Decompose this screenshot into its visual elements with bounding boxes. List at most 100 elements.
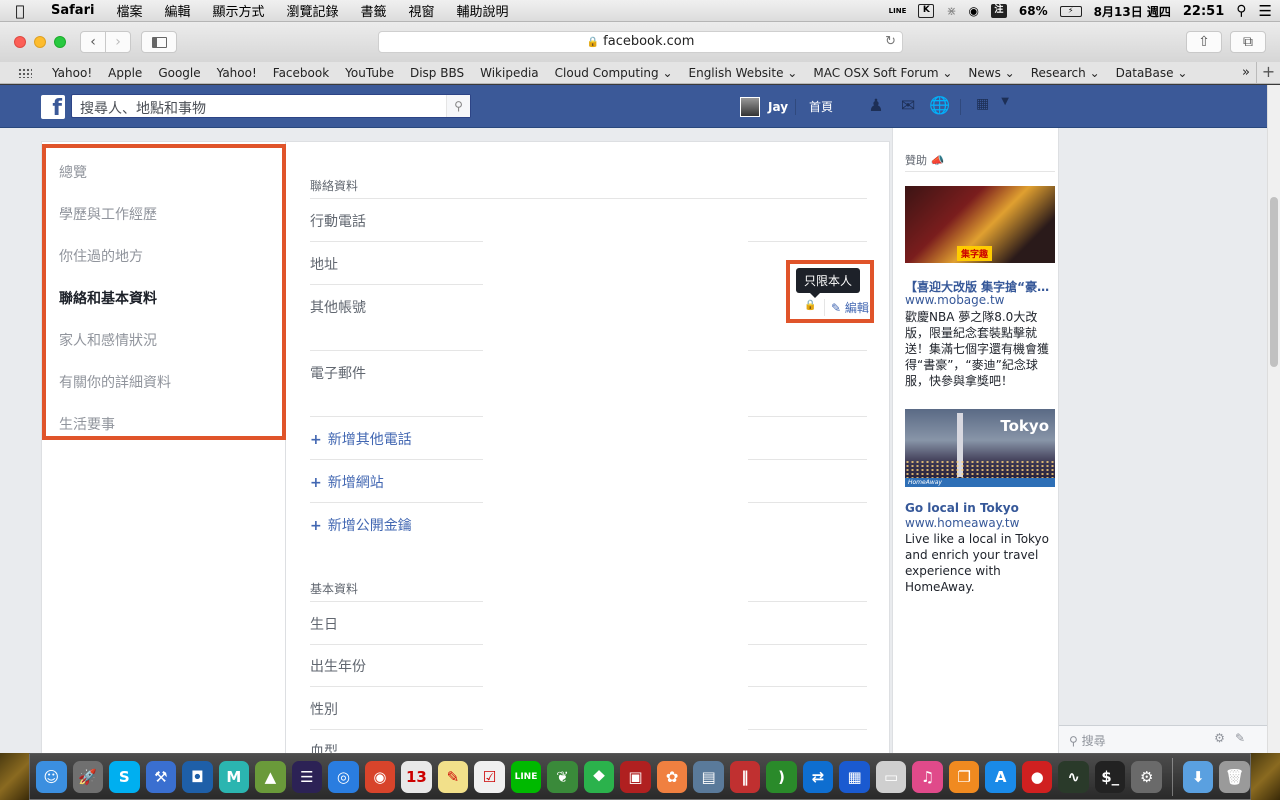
ad-domain[interactable]: www.homeaway.tw	[905, 516, 1019, 530]
dock-system-preferences-icon[interactable]: ⚙	[1131, 760, 1162, 793]
ad-image-nba[interactable]: 集字趣	[905, 186, 1055, 263]
bookmark-folder[interactable]: News ⌄	[960, 66, 1022, 80]
dock-preview-icon[interactable]: ▤	[693, 760, 724, 793]
dock-android-studio-icon[interactable]: ▲	[255, 760, 286, 793]
back-button[interactable]: ‹	[80, 31, 106, 53]
dock-evernote-icon[interactable]: ❦	[547, 760, 578, 793]
menu-history[interactable]: 瀏覽記錄	[275, 1, 349, 20]
gear-icon[interactable]: ⚙	[1214, 731, 1235, 745]
forward-button[interactable]: ›	[105, 31, 131, 53]
reload-icon[interactable]: ↻	[885, 32, 896, 52]
audience-lock-icon[interactable]: 🔒	[804, 300, 816, 311]
new-tab-button[interactable]: +	[1256, 61, 1280, 84]
dock-calendar-icon[interactable]: 13	[401, 760, 432, 793]
notifications-globe-icon[interactable]: 🌐	[929, 96, 951, 116]
dock-eclipse-icon[interactable]: ☰	[291, 760, 323, 793]
tabs-overview-button[interactable]: ⧉	[1230, 31, 1266, 53]
ad-domain[interactable]: www.mobage.tw	[905, 293, 1005, 307]
menu-edit[interactable]: 編輯	[153, 1, 201, 20]
more-bookmarks-button[interactable]: »	[1242, 65, 1250, 80]
sidebar-item-overview[interactable]: 總覽	[59, 162, 87, 182]
line-status-icon[interactable]: LINE	[889, 7, 907, 15]
dock-mindnode-icon[interactable]: M	[218, 760, 250, 793]
battery-icon[interactable]: ⚡	[1059, 5, 1082, 17]
ad-image-tokyo[interactable]: Tokyo HomeAway	[905, 409, 1055, 487]
apple-menu-icon[interactable]: 	[0, 2, 40, 20]
minimize-window-button[interactable]	[34, 36, 46, 48]
dock-ibooks-icon[interactable]: ❐	[948, 760, 980, 793]
dock-finder-icon[interactable]: ☺	[36, 760, 67, 793]
dock-photos-icon[interactable]: ✿	[656, 760, 688, 793]
bookmark-folder[interactable]: DataBase ⌄	[1108, 66, 1196, 80]
dock-itunes-icon[interactable]: ♫	[912, 760, 943, 793]
home-link[interactable]: 首頁	[809, 98, 833, 115]
privacy-shortcuts-icon[interactable]: ▦	[976, 96, 989, 112]
bookmark-folder[interactable]: Cloud Computing ⌄	[547, 66, 681, 80]
menu-window[interactable]: 視窗	[398, 1, 446, 20]
wifi-icon[interactable]: ◉	[968, 4, 978, 18]
input-method-icon[interactable]: 注	[990, 4, 1007, 18]
bookmark-item[interactable]: Yahoo!	[44, 66, 100, 80]
sidebar-item-details-about-you[interactable]: 有關你的詳細資料	[59, 372, 171, 392]
bookmark-item[interactable]: Disp BBS	[402, 66, 472, 80]
dock-line-icon[interactable]: LINE	[510, 760, 542, 793]
bookmark-folder[interactable]: MAC OSX Soft Forum ⌄	[805, 66, 960, 80]
zoom-window-button[interactable]	[54, 36, 66, 48]
menu-file[interactable]: 檔案	[105, 1, 153, 20]
dock-app-icon[interactable]: )	[766, 760, 797, 793]
friend-requests-icon[interactable]: ♟	[865, 96, 887, 116]
sidebar-item-places-lived[interactable]: 你住過的地方	[59, 246, 143, 266]
sidebar-item-contact-basic-info[interactable]: 聯絡和基本資料	[59, 288, 157, 308]
bookmark-item[interactable]: YouTube	[337, 66, 402, 80]
facebook-search-input[interactable]: 搜尋人、地點和事物 ⚲	[71, 94, 471, 118]
dock-activity-monitor-icon[interactable]: ∿	[1058, 760, 1089, 793]
spotlight-search-icon[interactable]: ⚲	[1236, 3, 1246, 19]
messages-icon[interactable]: ✉	[897, 96, 919, 116]
dock-safari-icon[interactable]: ◎	[328, 760, 359, 793]
sidebar-item-life-events[interactable]: 生活要事	[59, 414, 115, 434]
compose-icon[interactable]: ✎	[1235, 731, 1255, 745]
dock-terminal-icon[interactable]: $_	[1094, 760, 1126, 793]
notification-center-icon[interactable]: ☰	[1259, 2, 1272, 20]
dock-xcode-icon[interactable]: ⚒	[145, 760, 177, 793]
menu-view[interactable]: 顯示方式	[201, 1, 275, 20]
reader-status-icon[interactable]: K	[918, 4, 935, 18]
bookmark-folder[interactable]: Research ⌄	[1023, 66, 1108, 80]
bookmark-item[interactable]: Wikipedia	[472, 66, 547, 80]
ad-title[interactable]: Go local in Tokyo	[905, 501, 1055, 515]
dock-app-icon[interactable]: ◘	[182, 760, 213, 793]
bookmark-item[interactable]: Google	[150, 66, 208, 80]
dock-feedly-icon[interactable]: ⯁	[583, 760, 615, 793]
share-button[interactable]: ⇧	[1186, 31, 1222, 53]
ad-body[interactable]: Live like a local in Tokyo and enrich yo…	[905, 531, 1055, 595]
profile-link[interactable]: Jay	[740, 97, 788, 117]
dock-trash-icon[interactable]: 🗑	[1219, 760, 1250, 793]
dock-launchpad-icon[interactable]: 🚀	[72, 760, 104, 793]
add-public-key-link[interactable]: + 新增公開金鑰	[310, 515, 412, 535]
address-bar[interactable]: 🔒 facebook.com ↻	[378, 31, 903, 53]
scrollbar-thumb[interactable]	[1270, 197, 1278, 367]
sidebar-toggle-button[interactable]	[141, 31, 177, 53]
menu-bookmarks[interactable]: 書籤	[350, 1, 398, 20]
dock-chrome-icon[interactable]: ◉	[364, 760, 396, 793]
sidebar-item-family-relationships[interactable]: 家人和感情狀況	[59, 330, 157, 350]
edit-button[interactable]: ✎ 編輯	[824, 299, 869, 316]
bookmark-item[interactable]: Facebook	[265, 66, 337, 80]
search-icon[interactable]: ⚲	[446, 95, 470, 117]
chat-search-field[interactable]: ⚲ 搜尋	[1069, 732, 1106, 749]
battery-percent[interactable]: 68%	[1019, 4, 1048, 18]
menu-help[interactable]: 輔助說明	[446, 1, 520, 20]
sidebar-item-work-education[interactable]: 學歷與工作經歷	[59, 204, 157, 224]
clock-date[interactable]: 8月13日 週四	[1094, 3, 1171, 20]
bookmark-item[interactable]: Yahoo!	[209, 66, 265, 80]
bluetooth-icon[interactable]: ⋇	[946, 4, 956, 18]
dock-skype-icon[interactable]: S	[109, 760, 140, 793]
dock-app-icon[interactable]: ▦	[839, 760, 870, 793]
dock-reminders-icon[interactable]: ☑	[474, 760, 505, 793]
page-scrollbar[interactable]	[1267, 85, 1280, 753]
dock-downloads-icon[interactable]: ⬇	[1182, 760, 1214, 793]
dock-recorder-icon[interactable]: ●	[1021, 760, 1053, 793]
facebook-logo[interactable]: f	[41, 95, 65, 119]
add-phone-link[interactable]: + 新增其他電話	[310, 429, 412, 449]
chevron-down-icon[interactable]: ▼	[1001, 96, 1009, 112]
